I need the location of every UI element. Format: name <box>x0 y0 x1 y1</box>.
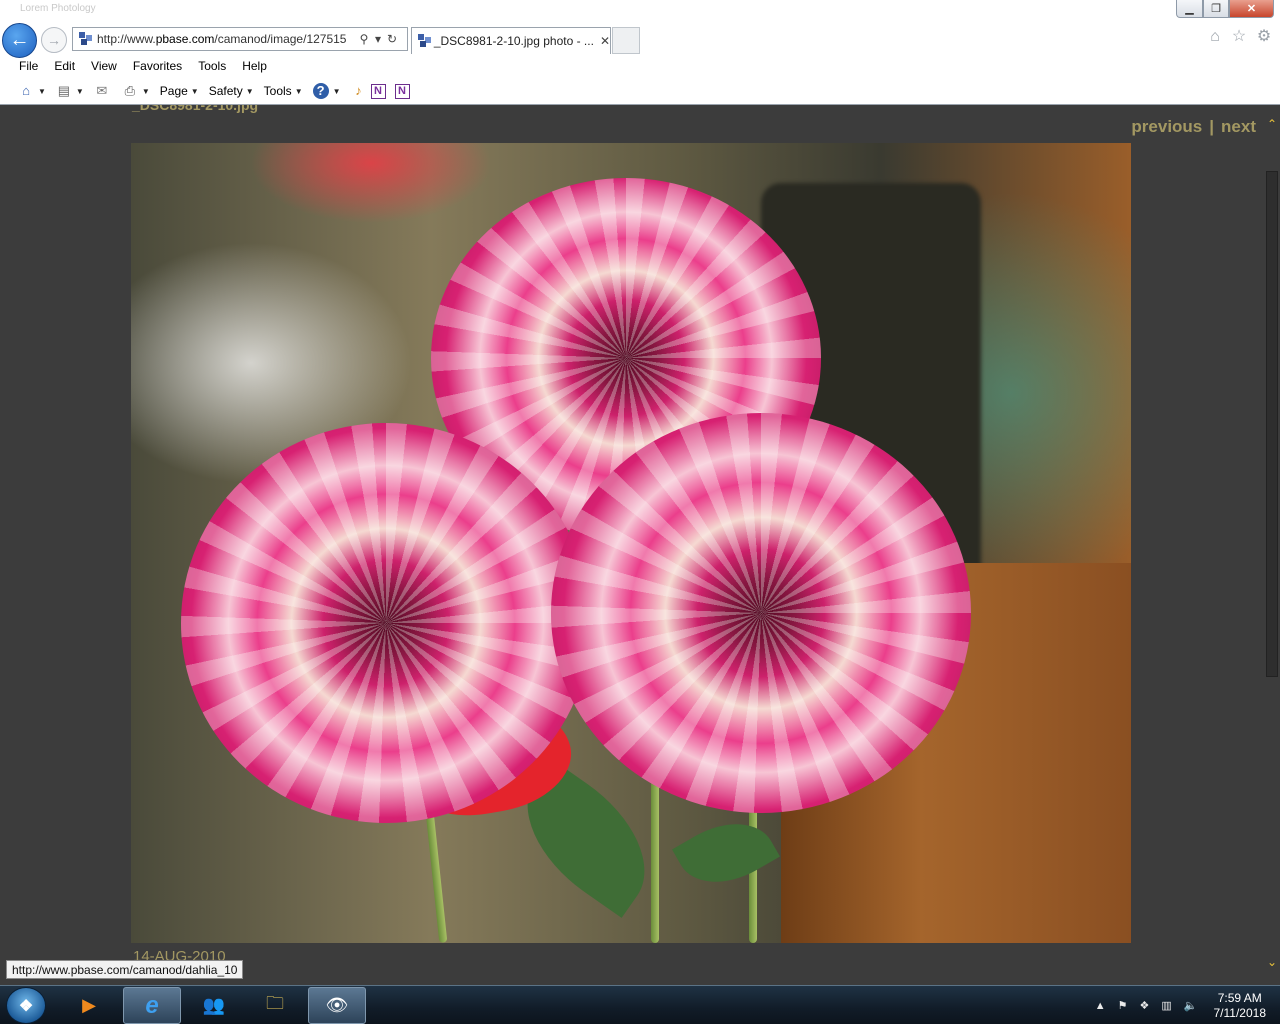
clock-time: 7:59 AM <box>1217 990 1262 1005</box>
leaf <box>672 804 780 902</box>
tab-favicon-icon <box>418 34 431 48</box>
show-hidden-icons[interactable]: ▲ <box>1095 1000 1106 1012</box>
safety-menu[interactable]: Safety <box>209 84 243 98</box>
research-icon[interactable]: ♪ <box>351 83 367 99</box>
feeds-dropdown-icon[interactable]: ▼ <box>76 87 84 96</box>
page-dropdown-icon[interactable]: ▼ <box>191 87 199 96</box>
taskbar-eye-app[interactable]: 👁 <box>308 987 366 1024</box>
print-dropdown-icon[interactable]: ▼ <box>142 87 150 96</box>
start-button[interactable]: ❖ <box>6 987 46 1024</box>
menu-view[interactable]: View <box>91 59 117 73</box>
eye-icon: 👁 <box>325 995 349 1015</box>
command-bar: ⌂ ▼ ▤ ▼ ✉ ⎙ ▼ Page ▼ Safety ▼ Tools ▼ ? … <box>0 78 1280 104</box>
clock-date: 7/11/2018 <box>1213 1005 1267 1020</box>
search-icon[interactable]: ⚲ <box>357 32 371 46</box>
menu-tools[interactable]: Tools <box>198 59 226 73</box>
favorites-star-icon[interactable]: ☆ <box>1230 28 1248 46</box>
scroll-up-icon[interactable]: ⌃ <box>1267 117 1277 131</box>
folder-icon: 🗀 <box>266 992 284 1013</box>
back-button[interactable]: ← <box>2 23 37 58</box>
tools-dropdown-icon[interactable]: ▼ <box>295 87 303 96</box>
help-icon[interactable]: ? <box>312 83 329 99</box>
address-bar[interactable]: http://www.pbase.com/camanod/image/12751… <box>72 27 408 51</box>
dahlia-left <box>181 423 591 823</box>
feeds-icon[interactable]: ▤ <box>56 83 72 99</box>
photo-pager: previous | next <box>1131 117 1256 137</box>
minimize-button[interactable]: ▁ <box>1176 0 1203 18</box>
taskbar-media-player[interactable]: ▶ <box>64 987 114 1024</box>
tools-menu[interactable]: Tools <box>264 84 292 98</box>
site-favicon-icon <box>79 32 93 46</box>
menu-bar: File Edit View Favorites Tools Help <box>0 54 1280 78</box>
forward-arrow-icon: → <box>47 32 61 48</box>
scroll-down-icon[interactable]: ⌄ <box>1267 955 1277 969</box>
page-menu[interactable]: Page <box>160 84 188 98</box>
tab-close-icon[interactable]: ✕ <box>600 34 610 48</box>
tab-active[interactable]: _DSC8981-2-10.jpg photo - ... ✕ <box>411 27 611 54</box>
print-icon[interactable]: ⎙ <box>122 83 138 99</box>
menu-help[interactable]: Help <box>242 59 267 73</box>
mail-icon[interactable]: ✉ <box>94 83 110 99</box>
forward-button[interactable]: → <box>41 27 67 53</box>
back-arrow-icon: ← <box>9 29 30 51</box>
title-bar: Lorem Photology ▁ ❐ ✕ <box>0 0 1280 22</box>
address-dropdown-icon[interactable]: ▾ <box>371 32 385 46</box>
browser-chrome: Lorem Photology ▁ ❐ ✕ ← → http://www.pba… <box>0 0 1280 105</box>
maximize-button[interactable]: ❐ <box>1203 0 1229 18</box>
settings-gear-icon[interactable]: ⚙ <box>1255 28 1273 46</box>
status-link-tooltip: http://www.pbase.com/camanod/dahlia_10 <box>6 960 244 979</box>
media-player-icon: ▶ <box>82 995 96 1015</box>
next-link[interactable]: next <box>1221 117 1256 136</box>
onenote-linked-icon[interactable]: N <box>394 83 410 99</box>
taskbar-file-explorer[interactable]: 🗀 <box>247 987 303 1024</box>
previous-link[interactable]: previous <box>1131 117 1202 136</box>
system-tray: ▲ ⚑ ❖ ▥ 🔈 7:59 AM 7/11/2018 <box>1095 986 1266 1024</box>
refresh-icon[interactable]: ↻ <box>385 32 399 46</box>
home-icon[interactable]: ⌂ <box>1206 28 1224 46</box>
window-title: Lorem Photology <box>20 3 96 14</box>
onenote-icon[interactable]: N <box>370 83 386 99</box>
menu-edit[interactable]: Edit <box>54 59 75 73</box>
url-field[interactable]: http://www.pbase.com/camanod/image/12751… <box>97 32 357 46</box>
clock[interactable]: 7:59 AM 7/11/2018 <box>1214 991 1267 1021</box>
taskbar-internet-explorer[interactable]: e <box>123 987 181 1024</box>
taskbar-users[interactable]: 👥 <box>186 987 242 1024</box>
menu-file[interactable]: File <box>19 59 38 73</box>
volume-muted-icon[interactable]: 🔈 <box>1184 999 1198 1012</box>
internet-explorer-icon: e <box>145 991 159 1019</box>
dahlia-right <box>551 413 971 813</box>
new-tab-button[interactable] <box>612 27 640 54</box>
home-dropdown-icon[interactable]: ▼ <box>38 87 46 96</box>
windows-logo-icon: ❖ <box>18 997 34 1015</box>
help-dropdown-icon[interactable]: ▼ <box>333 87 341 96</box>
web-page: _DSC8981-2-10.jpg previous | next 14-AUG-2… <box>0 105 1264 985</box>
page-heading-clipped: _DSC8981-2-10.jpg <box>132 105 259 113</box>
network-icon[interactable]: ▥ <box>1161 999 1171 1012</box>
navigation-row: ← → http://www.pbase.com/camanod/image/1… <box>0 22 1280 58</box>
safety-dropdown-icon[interactable]: ▼ <box>246 87 254 96</box>
dropbox-icon[interactable]: ❖ <box>1140 999 1150 1012</box>
taskbar: ❖ ▶ e 👥 🗀 👁 ▲ ⚑ ❖ ▥ 🔈 7:59 AM 7/11/2018 <box>0 985 1280 1024</box>
users-icon: 👥 <box>202 995 226 1015</box>
home-icon[interactable]: ⌂ <box>18 83 34 99</box>
dahlia-photo[interactable] <box>131 143 1131 943</box>
close-window-button[interactable]: ✕ <box>1229 0 1274 18</box>
menu-favorites[interactable]: Favorites <box>133 59 182 73</box>
pager-separator: | <box>1209 117 1215 136</box>
scroll-thumb[interactable] <box>1266 171 1278 677</box>
action-center-flag-icon[interactable]: ⚑ <box>1118 999 1128 1012</box>
vertical-scrollbar[interactable]: ⌃ ⌄ <box>1264 105 1280 985</box>
tab-title: _DSC8981-2-10.jpg photo - ... <box>433 34 594 48</box>
